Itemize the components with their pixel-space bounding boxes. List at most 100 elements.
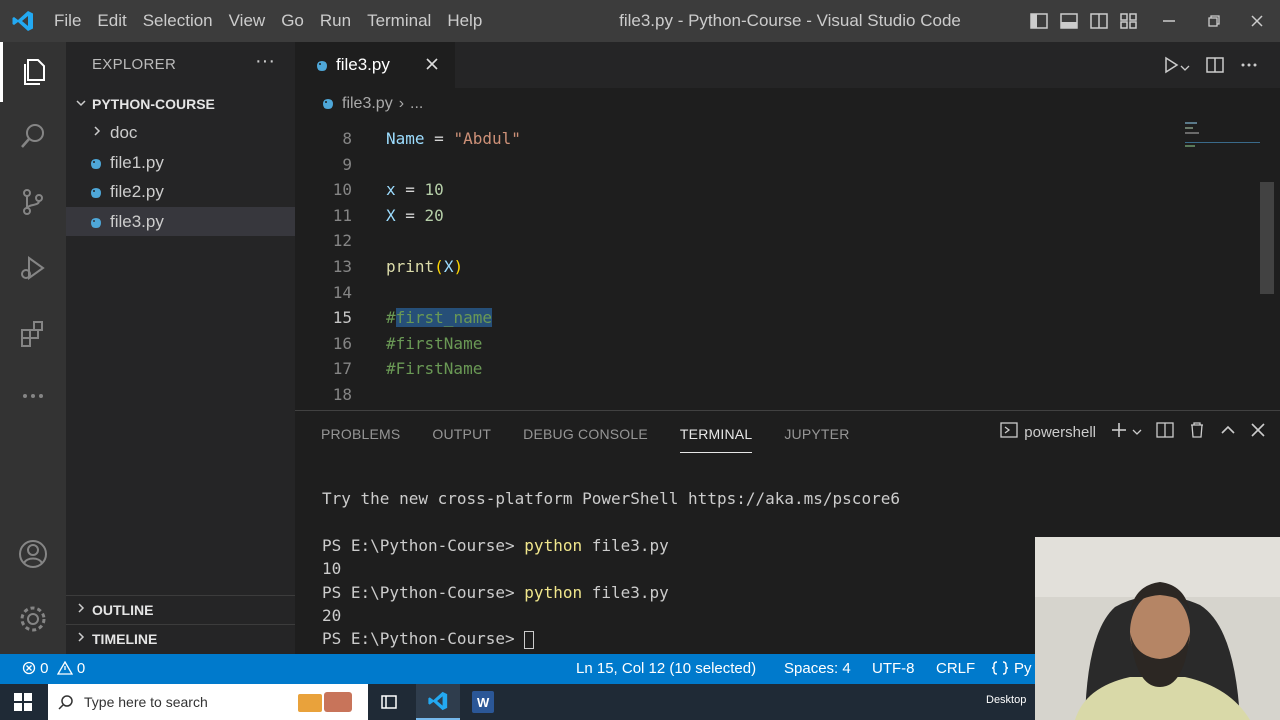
menu-edit[interactable]: Edit: [89, 0, 134, 42]
customize-layout-icon[interactable]: [1114, 0, 1144, 42]
line-number: 15: [332, 308, 352, 327]
panel-actions: powershell: [986, 421, 1266, 443]
close-panel-icon[interactable]: [1250, 422, 1266, 442]
terminal-prompt-line[interactable]: PS E:\Python-Course>: [322, 628, 535, 650]
terminal-dropdown-icon[interactable]: [1132, 424, 1142, 441]
run-dropdown-icon[interactable]: [1180, 60, 1190, 78]
error-count: 0: [40, 660, 49, 677]
tab-jupyter[interactable]: JUPYTER: [784, 423, 849, 453]
tab-problems[interactable]: PROBLEMS: [321, 423, 400, 453]
close-tab-icon[interactable]: [425, 54, 439, 77]
python-file-icon: [89, 156, 103, 170]
line-source: #first_name: [386, 308, 492, 327]
chevron-right-icon: [74, 601, 88, 618]
minimap[interactable]: [1185, 120, 1265, 160]
taskbar-word-icon[interactable]: W: [472, 691, 494, 718]
code-line: 8 Name = "Abdul": [295, 126, 1175, 152]
taskbar-vscode-icon[interactable]: [416, 684, 460, 720]
menu-terminal[interactable]: Terminal: [359, 0, 439, 42]
tree-item-file3[interactable]: file3.py: [66, 207, 295, 236]
accounts-icon[interactable]: [0, 524, 66, 584]
more-views-icon[interactable]: [0, 366, 66, 426]
windows-start-icon[interactable]: [14, 693, 32, 716]
explorer-header: EXPLORER: [92, 56, 177, 73]
maximize-panel-icon[interactable]: [1220, 422, 1236, 442]
toggle-sidebar-icon[interactable]: [1024, 0, 1054, 42]
menu-file[interactable]: File: [46, 0, 89, 42]
tree-item-label: file1.py: [110, 152, 164, 172]
line-number: 16: [332, 334, 352, 353]
code-line: 14: [295, 280, 1175, 306]
code-line: 9: [295, 152, 1175, 178]
toggle-secondary-sidebar-icon[interactable]: [1084, 0, 1114, 42]
cursor-position[interactable]: Ln 15, Col 12 (10 selected): [576, 654, 756, 684]
terminal-line: PS E:\Python-Course> python file3.py: [322, 536, 669, 555]
text-selection: first_name: [395, 308, 492, 327]
folder-python-course[interactable]: PYTHON-COURSE: [66, 92, 295, 116]
menu-run[interactable]: Run: [312, 0, 359, 42]
search-icon[interactable]: [0, 106, 66, 166]
outline-section[interactable]: OUTLINE: [66, 595, 295, 623]
run-debug-icon[interactable]: [0, 238, 66, 298]
presenter-video-image: [1035, 537, 1280, 720]
breadcrumb-file[interactable]: file3.py: [342, 95, 393, 113]
terminal-shell-icon: [1000, 421, 1018, 443]
restore-icon[interactable]: [1194, 0, 1234, 42]
menu-go[interactable]: Go: [273, 0, 312, 42]
line-source: x = 10: [386, 180, 444, 199]
terminal-output: 10: [322, 559, 342, 578]
desktop-label[interactable]: Desktop: [986, 694, 1026, 706]
run-file-icon[interactable]: [1162, 56, 1180, 79]
line-source: X = 20: [386, 206, 444, 225]
code-line-current: 15 #first_name: [295, 305, 1175, 331]
task-view-icon[interactable]: [380, 693, 398, 716]
minimize-icon[interactable]: [1144, 0, 1194, 42]
code-line: 17 #FirstName: [295, 356, 1175, 382]
split-editor-icon[interactable]: [1206, 56, 1224, 79]
title-bar: File Edit Selection View Go Run Terminal…: [0, 0, 1280, 42]
python-file-icon: [321, 97, 335, 111]
breadcrumb-more[interactable]: ...: [410, 95, 423, 113]
editor-scrollbar[interactable]: [1260, 182, 1274, 294]
tree-item-file1[interactable]: file1.py: [66, 148, 295, 177]
menu-help[interactable]: Help: [439, 0, 490, 42]
explorer-more-icon[interactable]: ···: [255, 50, 275, 73]
line-number: 10: [332, 180, 352, 199]
vscode-logo-icon: [0, 0, 46, 42]
indentation[interactable]: Spaces: 4: [784, 654, 851, 684]
tab-debug-console[interactable]: DEBUG CONSOLE: [523, 423, 648, 453]
split-terminal-icon[interactable]: [1156, 421, 1174, 443]
timeline-section[interactable]: TIMELINE: [66, 624, 295, 652]
manage-gear-icon[interactable]: [0, 589, 66, 649]
editor-more-icon[interactable]: [1240, 56, 1258, 79]
tab-file3[interactable]: file3.py: [295, 42, 455, 88]
python-file-icon: [315, 58, 329, 72]
menu-selection[interactable]: Selection: [135, 0, 221, 42]
toggle-panel-icon[interactable]: [1054, 0, 1084, 42]
code-editor[interactable]: 8 Name = "Abdul" 9 10 x = 10 11 X = 20 1…: [295, 120, 1280, 410]
new-terminal-icon[interactable]: [1110, 421, 1128, 443]
menu-view[interactable]: View: [221, 0, 274, 42]
news-widget-icon[interactable]: [296, 690, 356, 717]
explorer-icon[interactable]: [0, 42, 66, 102]
search-placeholder: Type here to search: [84, 694, 208, 710]
source-control-icon[interactable]: [0, 172, 66, 232]
tree-item-label: file3.py: [110, 211, 164, 231]
tree-item-file2[interactable]: file2.py: [66, 177, 295, 206]
close-window-icon[interactable]: [1234, 0, 1280, 42]
tree-item-doc[interactable]: doc: [66, 118, 295, 147]
line-ending[interactable]: CRLF: [936, 654, 975, 684]
tab-output[interactable]: OUTPUT: [432, 423, 491, 453]
problems-status[interactable]: 0 0: [22, 654, 85, 684]
taskbar-search[interactable]: Type here to search: [48, 684, 368, 720]
line-number: 8: [342, 129, 352, 148]
language-mode[interactable]: Py: [991, 654, 1032, 684]
encoding[interactable]: UTF-8: [872, 654, 915, 684]
breadcrumb-separator: ›: [398, 95, 405, 112]
kill-terminal-icon[interactable]: [1188, 421, 1206, 443]
shell-name[interactable]: powershell: [1024, 424, 1096, 441]
extensions-icon[interactable]: [0, 304, 66, 364]
chevron-right-icon: [74, 630, 88, 647]
tab-terminal[interactable]: TERMINAL: [679, 423, 753, 453]
code-line: 11 X = 20: [295, 203, 1175, 229]
